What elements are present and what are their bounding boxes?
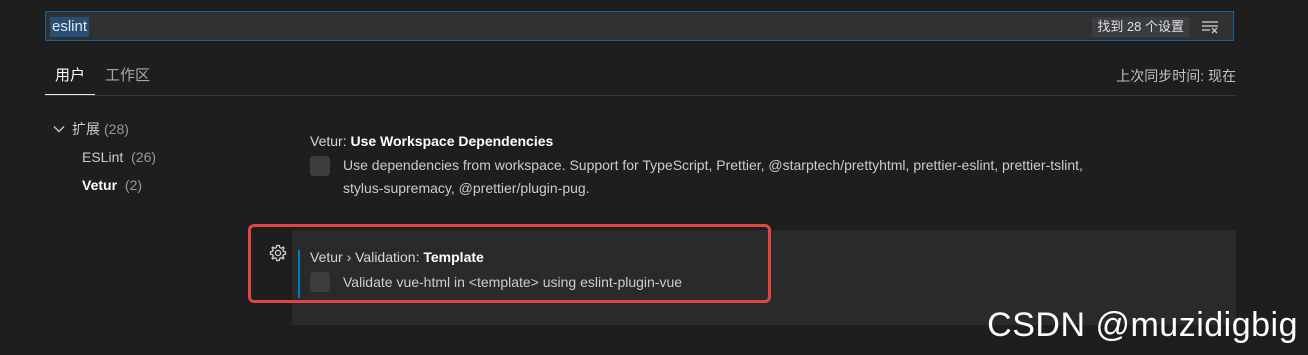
settings-scope-tabs: 用户 工作区 <box>45 62 160 96</box>
toc-group-extensions[interactable]: 扩展 (28) <box>52 119 129 139</box>
clear-filter-icon[interactable] <box>1201 19 1219 35</box>
setting-description: Use dependencies from workspace. Support… <box>343 154 1083 200</box>
toc-group-count: (28) <box>104 121 129 137</box>
toc-item-eslint[interactable]: ESLint (26) <box>82 147 156 167</box>
toc-item-count: (26) <box>131 149 157 165</box>
setting-description-line: Use dependencies from workspace. Support… <box>343 157 1083 173</box>
toc-group-label: 扩展 <box>72 121 100 137</box>
setting-category: Vetur: <box>310 133 351 149</box>
tab-workspace[interactable]: 工作区 <box>95 62 160 94</box>
toc-item-vetur[interactable]: Vetur (2) <box>82 175 142 195</box>
highlight-annotation-box <box>248 224 771 303</box>
chevron-down-icon <box>53 126 65 133</box>
settings-search-input[interactable]: eslint 找到 28 个设置 <box>45 11 1234 41</box>
watermark: CSDN @muzidigbig <box>987 306 1298 344</box>
search-result-count: 找到 28 个设置 <box>1092 17 1189 37</box>
sync-status: 上次同步时间: 现在 <box>1116 68 1236 84</box>
tab-user[interactable]: 用户 <box>45 62 96 95</box>
setting-checkbox[interactable] <box>310 156 330 176</box>
setting-title: Vetur: Use Workspace Dependencies <box>310 131 553 151</box>
toc-item-label: Vetur <box>82 177 118 193</box>
search-query[interactable]: eslint <box>50 17 90 37</box>
setting-description-line: stylus-supremacy, @prettier/plugin-pug. <box>343 180 590 196</box>
toc-item-count: (2) <box>124 177 143 193</box>
toc-item-label: ESLint <box>82 149 124 165</box>
tabs-divider <box>45 95 1235 96</box>
setting-name: Use Workspace Dependencies <box>350 133 554 149</box>
